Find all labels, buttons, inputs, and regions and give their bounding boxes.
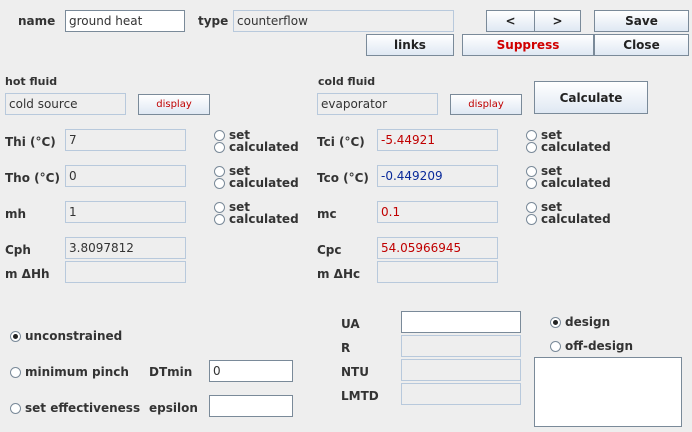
close-button[interactable]: Close	[594, 34, 689, 56]
radio-unselected-icon	[526, 177, 537, 189]
mc-calculated-radio[interactable]: calculated	[526, 213, 611, 225]
radio-unselected-icon	[214, 213, 225, 225]
mc-field[interactable]: 0.1	[377, 201, 498, 223]
ua-label: UA	[341, 317, 360, 331]
radio-unselected-icon	[10, 402, 21, 414]
radio-unselected-icon	[214, 201, 225, 213]
epsilon-label: epsilon	[149, 401, 198, 415]
mdh-hot-field	[65, 261, 186, 283]
radio-selected-icon	[550, 316, 561, 328]
tci-field[interactable]: -5.44921	[377, 129, 498, 151]
tho-calculated-radio[interactable]: calculated	[214, 177, 299, 189]
design-radio[interactable]: design	[550, 315, 610, 329]
radio-unselected-icon	[214, 141, 225, 153]
radio-unselected-icon	[214, 129, 225, 141]
ntu-field	[401, 359, 521, 381]
cpc-label: Cpc	[317, 243, 342, 257]
name-label: name	[18, 14, 56, 28]
cold-source-field: evaporator	[317, 93, 438, 115]
radio-unselected-icon	[526, 129, 537, 141]
suppress-button[interactable]: Suppress	[462, 34, 594, 56]
lmtd-label: LMTD	[341, 389, 379, 403]
cph-field: 3.8097812	[65, 237, 186, 259]
notes-textarea[interactable]	[534, 357, 682, 427]
mh-field[interactable]: 1	[65, 201, 186, 223]
ntu-label: NTU	[341, 365, 369, 379]
tco-label: Tco (°C)	[317, 171, 369, 185]
epsilon-input[interactable]	[209, 395, 293, 417]
radio-unselected-icon	[526, 165, 537, 177]
cpc-field: 54.05966945	[377, 237, 498, 259]
calculate-button[interactable]: Calculate	[534, 81, 648, 114]
tci-calculated-radio[interactable]: calculated	[526, 141, 611, 153]
r-field	[401, 335, 521, 357]
radio-unselected-icon	[550, 340, 561, 352]
thi-calculated-radio[interactable]: calculated	[214, 141, 299, 153]
set-effectiveness-radio[interactable]: set effectiveness	[10, 401, 140, 415]
radio-unselected-icon	[10, 366, 21, 378]
unconstrained-radio[interactable]: unconstrained	[10, 329, 122, 343]
links-button[interactable]: links	[366, 34, 454, 56]
ua-input[interactable]	[401, 311, 521, 333]
mc-label: mc	[317, 207, 337, 221]
dtmin-label: DTmin	[149, 365, 193, 379]
radio-unselected-icon	[214, 177, 225, 189]
radio-unselected-icon	[526, 141, 537, 153]
cph-label: Cph	[5, 243, 31, 257]
cold-display-button[interactable]: display	[450, 94, 522, 115]
thi-label: Thi (°C)	[5, 135, 56, 149]
radio-unselected-icon	[214, 165, 225, 177]
hot-source-field: cold source	[5, 93, 126, 115]
tho-radio-group: set calculated	[214, 165, 299, 189]
mdh-hot-label: m ΔHh	[5, 267, 50, 281]
off-design-radio[interactable]: off-design	[550, 339, 633, 353]
tci-label: Tci (°C)	[317, 135, 365, 149]
mdh-cold-field	[377, 261, 498, 283]
next-button[interactable]: >	[534, 10, 581, 32]
mh-radio-group: set calculated	[214, 201, 299, 225]
tco-field[interactable]: -0.449209	[377, 165, 498, 187]
tho-label: Tho (°C)	[5, 171, 60, 185]
tco-radio-group: set calculated	[526, 165, 611, 189]
mdh-cold-label: m ΔHc	[317, 267, 361, 281]
mh-label: mh	[5, 207, 27, 221]
lmtd-field	[401, 383, 521, 405]
mh-calculated-radio[interactable]: calculated	[214, 213, 299, 225]
radio-unselected-icon	[526, 213, 537, 225]
hot-display-button[interactable]: display	[138, 94, 210, 115]
thi-radio-group: set calculated	[214, 129, 299, 153]
type-label: type	[198, 14, 229, 28]
cold-fluid-title: cold fluid	[318, 75, 376, 88]
r-label: R	[341, 341, 351, 355]
type-field: counterflow	[233, 10, 454, 32]
hot-fluid-title: hot fluid	[5, 75, 58, 88]
minimum-pinch-radio[interactable]: minimum pinch	[10, 365, 129, 379]
prev-button[interactable]: <	[486, 10, 535, 32]
save-button[interactable]: Save	[594, 10, 689, 32]
mc-radio-group: set calculated	[526, 201, 611, 225]
tho-field[interactable]: 0	[65, 165, 186, 187]
dtmin-input[interactable]: 0	[209, 360, 293, 382]
tco-calculated-radio[interactable]: calculated	[526, 177, 611, 189]
name-input[interactable]: ground heat	[65, 10, 185, 32]
thi-field[interactable]: 7	[65, 129, 186, 151]
radio-selected-icon	[10, 330, 21, 342]
tci-radio-group: set calculated	[526, 129, 611, 153]
radio-unselected-icon	[526, 201, 537, 213]
